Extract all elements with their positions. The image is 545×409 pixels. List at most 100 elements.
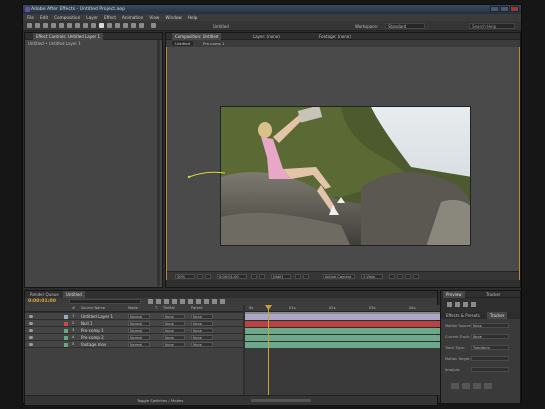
tracker-row-value[interactable] <box>471 367 509 372</box>
view-layout-dropdown[interactable]: 1 View <box>361 274 383 279</box>
tab-layer[interactable]: Layer: (none) <box>250 33 283 40</box>
brush-tool-icon[interactable] <box>107 23 112 28</box>
column-trkmat[interactable]: TrkMat <box>163 306 175 310</box>
auto-keyframe-icon[interactable] <box>204 299 209 304</box>
layer-trkmat-dropdown[interactable]: None <box>163 334 185 340</box>
analyze-1-backward-button[interactable] <box>462 383 470 389</box>
play-icon[interactable] <box>463 302 468 307</box>
tab-composition[interactable]: Composition: Untitled <box>172 33 222 40</box>
menu-item-composition[interactable]: Composition <box>54 15 80 20</box>
puppet-pin-tool-icon[interactable] <box>139 23 144 28</box>
layer-source-name[interactable]: Null 1 <box>81 321 93 326</box>
layer-duration-bar[interactable] <box>245 327 455 334</box>
selection-tool-icon[interactable] <box>35 23 40 28</box>
roto-brush-tool-icon[interactable] <box>131 23 136 28</box>
current-time-display[interactable]: 0:00:01:00 <box>28 299 56 304</box>
tab-tracker[interactable]: Tracker <box>483 291 503 298</box>
layer-row[interactable]: 4 Pre-comp 2 Normal None None <box>25 334 243 341</box>
layer-source-name[interactable]: Pre-comp 1 <box>81 328 104 333</box>
eraser-tool-icon[interactable] <box>123 23 128 28</box>
tab-footage[interactable]: Footage: (none) <box>316 33 354 40</box>
camera-icon[interactable] <box>251 274 257 279</box>
tracker-row-value[interactable]: None <box>471 334 509 339</box>
menu-item-edit[interactable]: Edit <box>40 15 48 20</box>
timeline-track-empty-area[interactable] <box>245 348 455 395</box>
visibility-eye-icon[interactable] <box>29 335 33 339</box>
layer-mode-dropdown[interactable]: Normal <box>128 334 150 340</box>
menu-item-layer[interactable]: Layer <box>86 15 98 20</box>
visibility-eye-icon[interactable] <box>29 321 33 325</box>
tab-tracker-sub[interactable]: Tracker <box>487 312 508 319</box>
maximize-button[interactable] <box>500 6 509 12</box>
hide-shy-layers-icon[interactable] <box>164 299 169 304</box>
region-of-interest-icon[interactable] <box>295 274 301 279</box>
search-help-input[interactable]: Search Help <box>469 23 515 29</box>
layer-trkmat-dropdown[interactable]: None <box>163 313 185 319</box>
analyze-backward-button[interactable] <box>451 383 459 389</box>
home-icon[interactable] <box>27 23 32 28</box>
layer-trkmat-dropdown[interactable]: None <box>163 341 185 347</box>
hand-tool-icon[interactable] <box>43 23 48 28</box>
viewer-timecode[interactable]: 0:00:01:00 <box>217 274 247 279</box>
draft-3d-icon[interactable] <box>156 299 161 304</box>
column-t[interactable]: T <box>155 306 157 310</box>
analyze-1-forward-button[interactable] <box>473 383 481 389</box>
layer-list-empty-area[interactable] <box>25 348 243 395</box>
label-color-swatch[interactable] <box>64 321 68 326</box>
pan-behind-tool-icon[interactable] <box>75 23 80 28</box>
layer-parent-dropdown[interactable]: None <box>191 334 213 340</box>
breadcrumb-item[interactable]: Untitled <box>172 41 194 46</box>
rectangle-tool-icon[interactable] <box>83 23 88 28</box>
layer-mode-dropdown[interactable]: Normal <box>128 320 150 326</box>
flowchart-icon[interactable] <box>405 274 411 279</box>
tab-preview[interactable]: Preview <box>443 291 465 298</box>
resolution-dropdown[interactable]: (Half) <box>271 274 291 279</box>
fast-previews-icon[interactable] <box>389 274 395 279</box>
composition-viewer[interactable]: 50% 0:00:01:00 (Half) Active Camera 1 Vi… <box>166 47 520 280</box>
comp-mini-flowchart-icon[interactable] <box>148 299 153 304</box>
layer-source-name[interactable]: footage.mov <box>81 342 106 347</box>
breadcrumb-item[interactable]: Pre-comp 1 <box>200 41 228 46</box>
layer-duration-bar[interactable] <box>245 313 455 320</box>
tracker-row-value[interactable]: Transform <box>471 345 509 350</box>
graph-editor-icon[interactable] <box>188 299 193 304</box>
layer-duration-bar[interactable] <box>245 320 455 327</box>
magnification-dropdown[interactable]: 50% <box>175 274 195 279</box>
menu-item-window[interactable]: Window <box>165 15 182 20</box>
first-frame-icon[interactable] <box>447 302 452 307</box>
brainstorm-icon[interactable] <box>196 299 201 304</box>
grid-icon[interactable] <box>197 274 203 279</box>
layer-mode-dropdown[interactable]: Normal <box>128 341 150 347</box>
type-tool-icon[interactable] <box>99 23 104 28</box>
3d-view-dropdown[interactable]: Active Camera <box>323 274 355 279</box>
zoom-slider[interactable] <box>251 399 311 402</box>
close-button[interactable] <box>510 6 519 12</box>
visibility-eye-icon[interactable] <box>29 342 33 346</box>
layer-source-name[interactable]: Untitled Layer 1 <box>81 314 113 319</box>
toggle-switches-modes-button[interactable]: Toggle Switches / Modes <box>137 398 183 403</box>
layer-source-name[interactable]: Pre-comp 2 <box>81 335 104 340</box>
live-update-icon[interactable] <box>212 299 217 304</box>
time-ruler[interactable]: 0s01s02s03s04s05s <box>245 305 455 312</box>
layer-mode-dropdown[interactable]: Normal <box>128 327 150 333</box>
exposure-icon[interactable] <box>413 274 419 279</box>
tracker-row-value[interactable] <box>471 356 509 361</box>
layer-parent-dropdown[interactable]: None <box>191 327 213 333</box>
camera-tool-icon[interactable] <box>67 23 72 28</box>
motion-blur-icon[interactable] <box>180 299 185 304</box>
next-frame-icon[interactable] <box>471 302 476 307</box>
transparency-grid-icon[interactable] <box>303 274 309 279</box>
label-color-swatch[interactable] <box>64 335 68 340</box>
layer-parent-dropdown[interactable]: None <box>191 313 213 319</box>
effect-controls-scrollbar[interactable] <box>157 40 160 286</box>
visibility-eye-icon[interactable] <box>29 328 33 332</box>
column-mode[interactable]: Mode <box>128 306 138 310</box>
label-color-swatch[interactable] <box>64 342 68 347</box>
layer-parent-dropdown[interactable]: None <box>191 320 213 326</box>
rotation-tool-icon[interactable] <box>59 23 64 28</box>
timeline-search-input[interactable] <box>69 299 141 304</box>
layer-trkmat-dropdown[interactable]: None <box>163 327 185 333</box>
label-color-swatch[interactable] <box>64 314 68 319</box>
layer-duration-bar[interactable] <box>245 341 455 348</box>
menu-item-animation[interactable]: Animation <box>122 15 143 20</box>
